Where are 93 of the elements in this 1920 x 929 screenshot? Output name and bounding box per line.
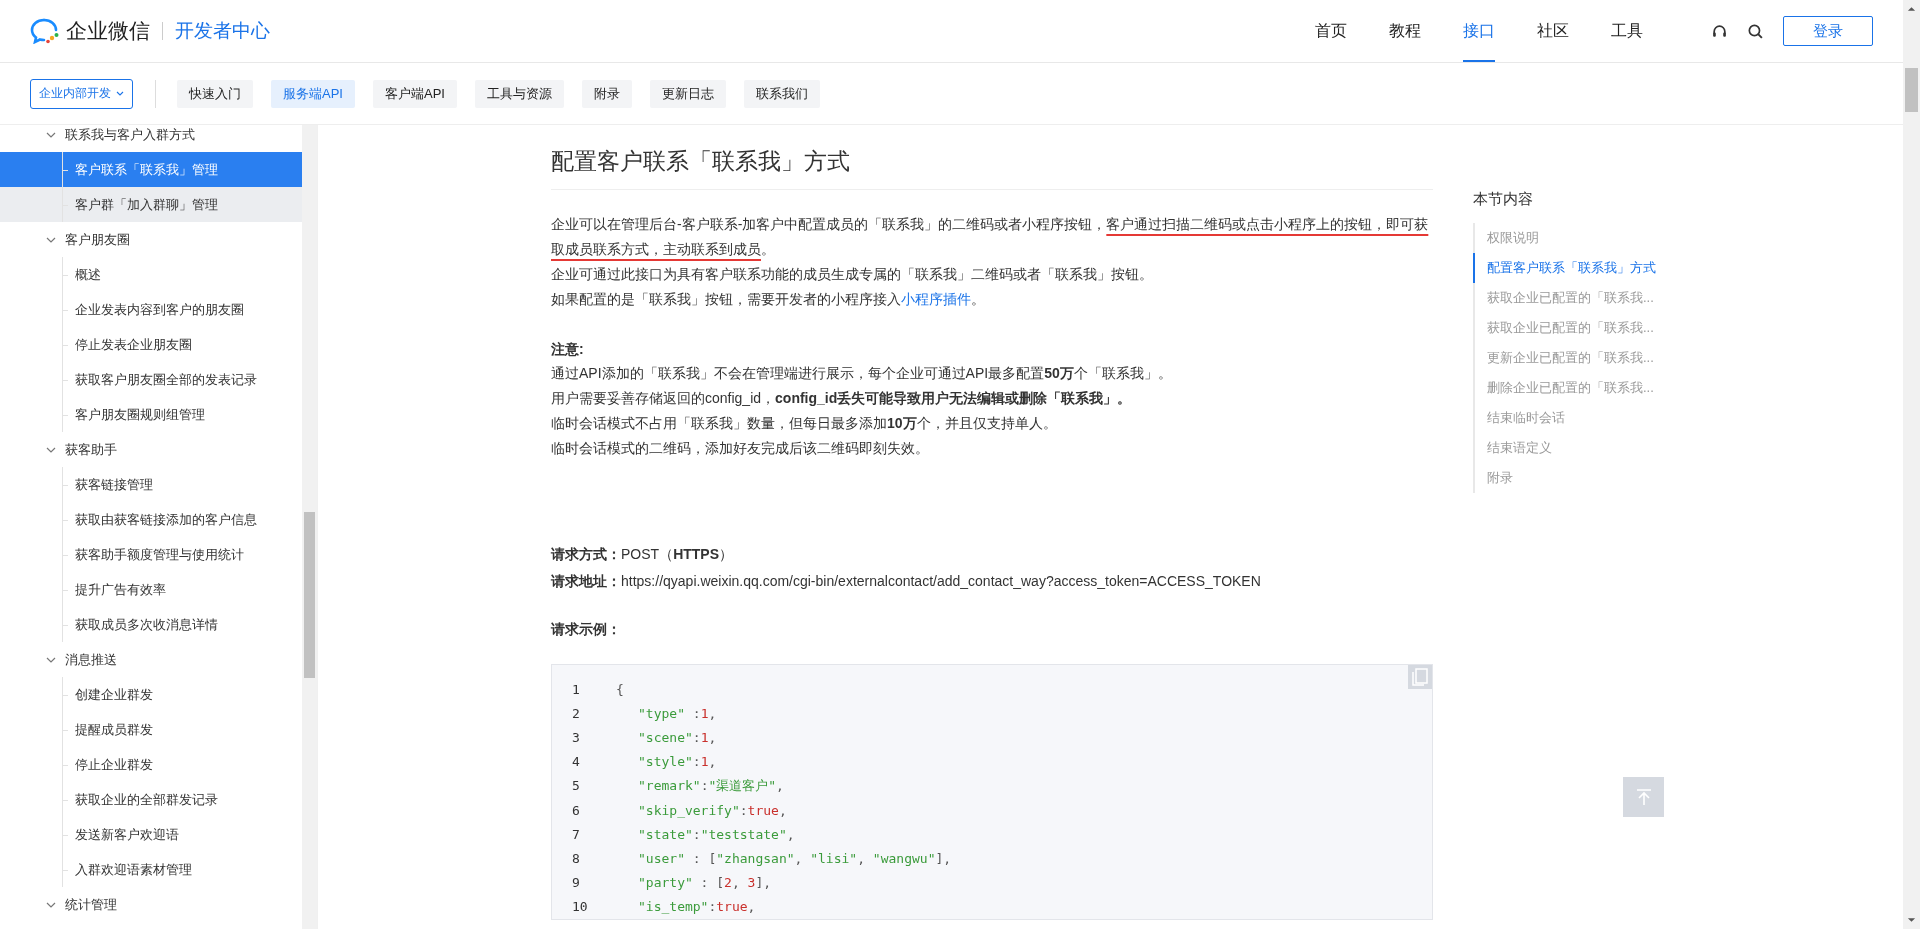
line-number: 10 [571, 899, 589, 915]
logo-icon [30, 18, 60, 44]
chevron-down-icon [116, 91, 124, 96]
scrollbar-thumb[interactable] [1905, 68, 1918, 112]
line-number: 1 [571, 681, 581, 697]
sidebar-item[interactable]: 企业发表内容到客户的朋友圈 [0, 292, 302, 327]
line-number: 5 [571, 778, 581, 794]
search-icon[interactable] [1747, 22, 1764, 40]
code-line: { [615, 681, 624, 697]
group-label: 客户朋友圈 [65, 230, 130, 249]
sidebar-item[interactable]: 获取成员多次收消息详情 [0, 607, 302, 642]
section-tab[interactable]: 更新日志 [649, 79, 726, 108]
sidebar-group[interactable]: 客户朋友圈 [0, 222, 302, 257]
section-tab[interactable]: 客户端API [372, 79, 457, 108]
code-line: "state":"teststate", [637, 826, 795, 842]
code-line: "type" :1, [637, 705, 717, 721]
sidebar-item[interactable]: 获取企业的全部群发记录 [0, 782, 302, 817]
scroll-up-icon[interactable] [1907, 6, 1916, 12]
request-url: https://qyapi.weixin.qq.com/cgi-bin/externalcontact/add_contact_way?access_token=ACCESS_TOKEN [621, 573, 1261, 589]
code-line: "user" : ["zhangsan", "lisi", "wangwu"], [637, 850, 952, 866]
group-label: 联系我与客户入群方式 [65, 125, 195, 144]
section-tab[interactable]: 服务端API [271, 79, 355, 108]
sidebar-item[interactable]: 获客助手额度管理与使用统计 [0, 537, 302, 572]
note-line: 用户需要妥善存储返回的config_id，config_id丢失可能导致用户无法编辑或删除「联系我」。 [551, 389, 1133, 408]
article-title: 配置客户联系「联系我」方式 [551, 146, 1433, 190]
sidebar-scrollbar[interactable] [302, 125, 317, 929]
section-tab[interactable]: 工具与资源 [474, 79, 564, 108]
note-line: 临时会话模式的二维码，添加好友完成后该二维码即刻失效。 [551, 439, 930, 458]
section-tab[interactable]: 联系我们 [743, 79, 820, 108]
sidebar-item[interactable]: 获取客户朋友圈全部的发表记录 [0, 362, 302, 397]
section-tab[interactable]: 快速入门 [177, 79, 253, 108]
example-label: 请求示例： [551, 621, 621, 637]
nav-link[interactable]: 工具 [1611, 0, 1643, 62]
copy-icon[interactable] [1408, 665, 1432, 689]
method-label: 请求方式： [551, 546, 621, 562]
site-subtitle[interactable]: 开发者中心 [175, 18, 270, 44]
url-label: 请求地址： [551, 573, 621, 589]
sidebar-item[interactable]: 概述 [0, 257, 302, 292]
intro-paragraph: 企业可以在管理后台-客户联系-加客户中配置成员的「联系我」的二维码或者小程序按钮，客户通过扫描二维码或点击小程序上的按钮，即可获取成员联系方式，主动联系到成员。 [551, 215, 1430, 259]
code-line: "remark":"渠道客户", [637, 776, 784, 795]
group-label: 消息推送 [65, 650, 117, 669]
sidebar-item[interactable]: 客户朋友圈规则组管理 [0, 397, 302, 432]
toc-link[interactable]: 配置客户联系「联系我」方式 [1473, 253, 1693, 283]
section-tab[interactable]: 附录 [581, 79, 632, 108]
sidebar-item[interactable]: 客户联系「联系我」管理 [0, 152, 302, 187]
nav-link[interactable]: 首页 [1315, 0, 1347, 62]
line-number: 3 [571, 729, 581, 745]
group-label: 获客助手 [65, 440, 117, 459]
line-number: 8 [571, 850, 581, 866]
code-line: "style":1, [637, 754, 717, 770]
line-number: 4 [571, 754, 581, 770]
sidebar-item[interactable]: 提升广告有效率 [0, 572, 302, 607]
note-line: 通过API添加的「联系我」不会在管理端进行展示，每个企业可通过API最多配置50万个「联系我」。 [551, 364, 1173, 383]
intro-paragraph: 如果配置的是「联系我」按钮，需要开发者的小程序接入小程序插件。 [551, 290, 986, 309]
back-to-top-button[interactable] [1623, 777, 1664, 817]
nav-link[interactable]: 社区 [1537, 0, 1569, 62]
code-line: "scene":1, [637, 729, 717, 745]
group-label: 统计管理 [65, 895, 117, 914]
sidebar-item[interactable]: 停止企业群发 [0, 747, 302, 782]
line-number: 2 [571, 705, 581, 721]
sidebar-group[interactable]: 统计管理 [0, 887, 302, 922]
code-line: "is_temp":true, [637, 899, 756, 915]
sidebar-item[interactable]: 发送新客户欢迎语 [0, 817, 302, 852]
code-line: "party" : [2, 3], [637, 875, 772, 891]
scroll-down-icon[interactable] [1907, 917, 1916, 923]
nav-link[interactable]: 教程 [1389, 0, 1421, 62]
note-heading: 注意: [551, 340, 585, 359]
plugin-link[interactable]: 小程序插件 [901, 291, 971, 307]
note-line: 临时会话模式不占用「联系我」数量，但每日最多添加10万个，并且仅支持单人。 [551, 414, 1058, 433]
line-number: 7 [571, 826, 581, 842]
sidebar-item[interactable]: 获取由获客链接添加的客户信息 [0, 502, 302, 537]
intro-paragraph: 企业可通过此接口为具有客户联系功能的成员生成专属的「联系我」二维码或者「联系我」按钮。 [551, 265, 1154, 284]
logo-text[interactable]: 企业微信 [66, 17, 150, 45]
nav-link[interactable]: 接口 [1463, 0, 1495, 62]
sidebar-item[interactable]: 获客链接管理 [0, 467, 302, 502]
page-scrollbar[interactable] [1903, 0, 1920, 929]
category-dropdown[interactable]: 企业内部开发 [30, 78, 133, 109]
line-number: 6 [571, 802, 581, 818]
sidebar-item[interactable]: 提醒成员群发 [0, 712, 302, 747]
sidebar-group[interactable]: 获客助手 [0, 432, 302, 467]
code-line: "skip_verify":true, [637, 802, 787, 818]
sidebar-item[interactable]: 客户群「加入群聊」管理 [0, 187, 302, 222]
headset-icon[interactable] [1711, 22, 1728, 40]
method-value: POST（HTTPS） [621, 546, 733, 562]
sidebar-group[interactable]: 联系我与客户入群方式 [0, 117, 302, 152]
sidebar-item[interactable]: 入群欢迎语素材管理 [0, 852, 302, 887]
sidebar-item[interactable]: 创建企业群发 [0, 677, 302, 712]
toc-title: 本节内容 [1473, 190, 1534, 209]
sidebar-item[interactable]: 停止发表企业朋友圈 [0, 327, 302, 362]
scrollbar-thumb[interactable] [304, 512, 315, 678]
login-button[interactable]: 登录 [1783, 16, 1873, 46]
line-number: 9 [571, 875, 581, 891]
sidebar-group[interactable]: 消息推送 [0, 642, 302, 677]
